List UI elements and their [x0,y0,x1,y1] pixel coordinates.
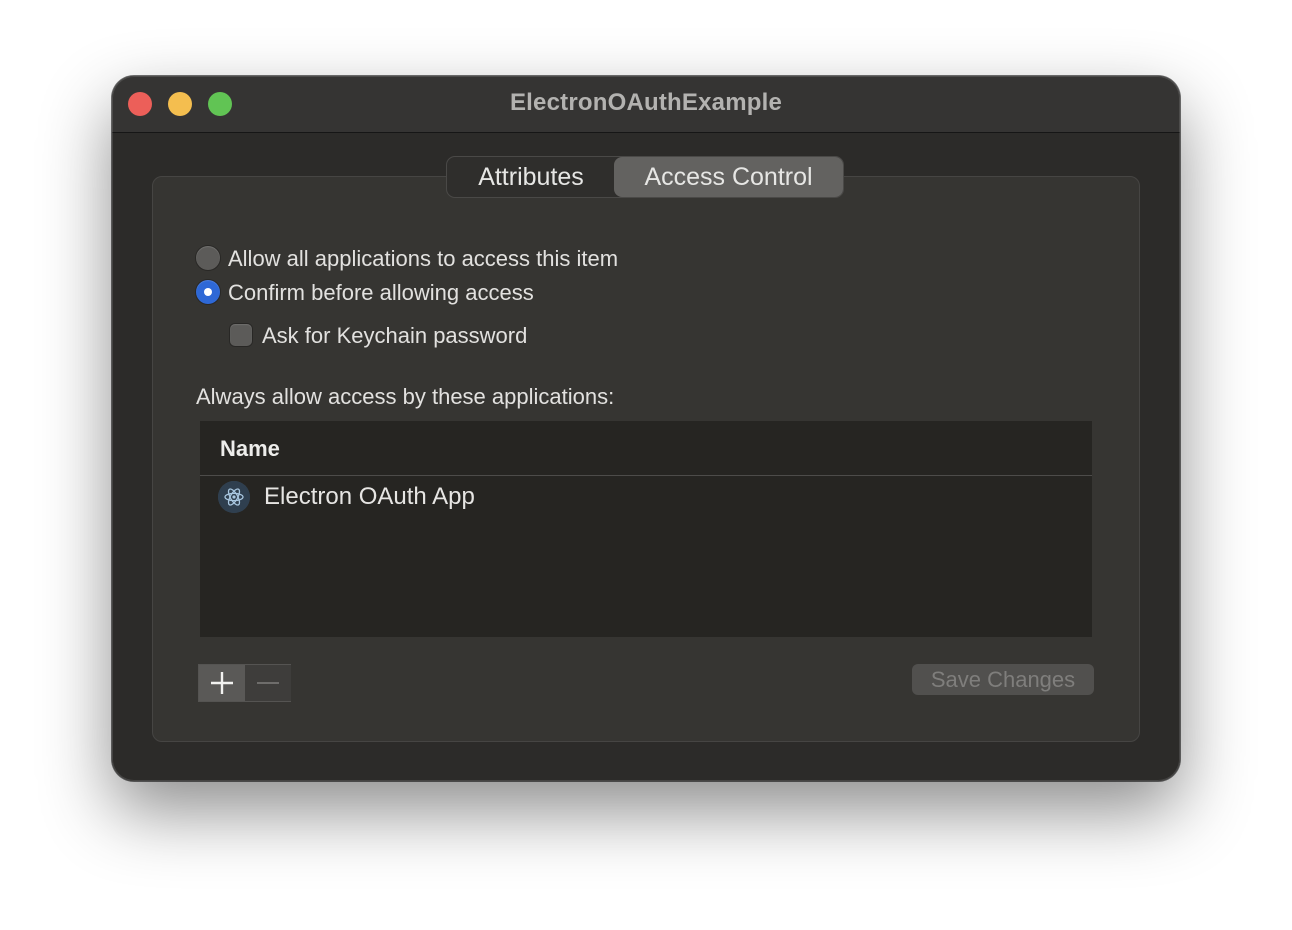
keychain-password-checkbox[interactable] [230,324,252,346]
tab-attributes[interactable]: Attributes [449,157,613,197]
radio-confirm-row[interactable]: Confirm before allowing access [196,279,616,307]
minus-icon [257,682,279,684]
keychain-item-window: ElectronOAuthExample Allow all applicati… [112,76,1180,781]
app-name: Electron OAuth App [264,483,475,510]
plus-icon [211,672,233,694]
title-bar[interactable]: ElectronOAuthExample [112,76,1180,133]
applications-table[interactable]: Name Electron OAuth App [200,421,1092,637]
save-changes-button[interactable]: Save Changes [912,664,1094,695]
radio-allow-all-row[interactable]: Allow all applications to access this it… [196,245,716,273]
window-title: ElectronOAuthExample [509,89,783,116]
column-header-name[interactable]: Name [220,436,280,462]
tab-switcher[interactable]: Attributes Access Control [446,156,844,198]
keychain-password-label: Ask for Keychain password [262,323,528,348]
window-content: Allow all applications to access this it… [112,133,1180,781]
access-control-panel: Allow all applications to access this it… [152,176,1140,742]
keychain-password-row[interactable]: Ask for Keychain password [230,322,570,350]
remove-application-button[interactable] [245,665,291,701]
table-header[interactable]: Name [200,421,1092,476]
radio-confirm-label: Confirm before allowing access [228,280,534,305]
radio-confirm[interactable] [196,280,220,304]
always-allow-label: Always allow access by these application… [196,384,615,409]
radio-allow-all-label: Allow all applications to access this it… [228,246,619,271]
add-remove-control [198,664,291,702]
radio-allow-all[interactable] [196,246,220,270]
tab-access-control[interactable]: Access Control [614,157,843,197]
electron-app-icon [218,481,250,513]
table-row[interactable]: Electron OAuth App [200,477,1092,517]
add-application-button[interactable] [199,665,246,701]
